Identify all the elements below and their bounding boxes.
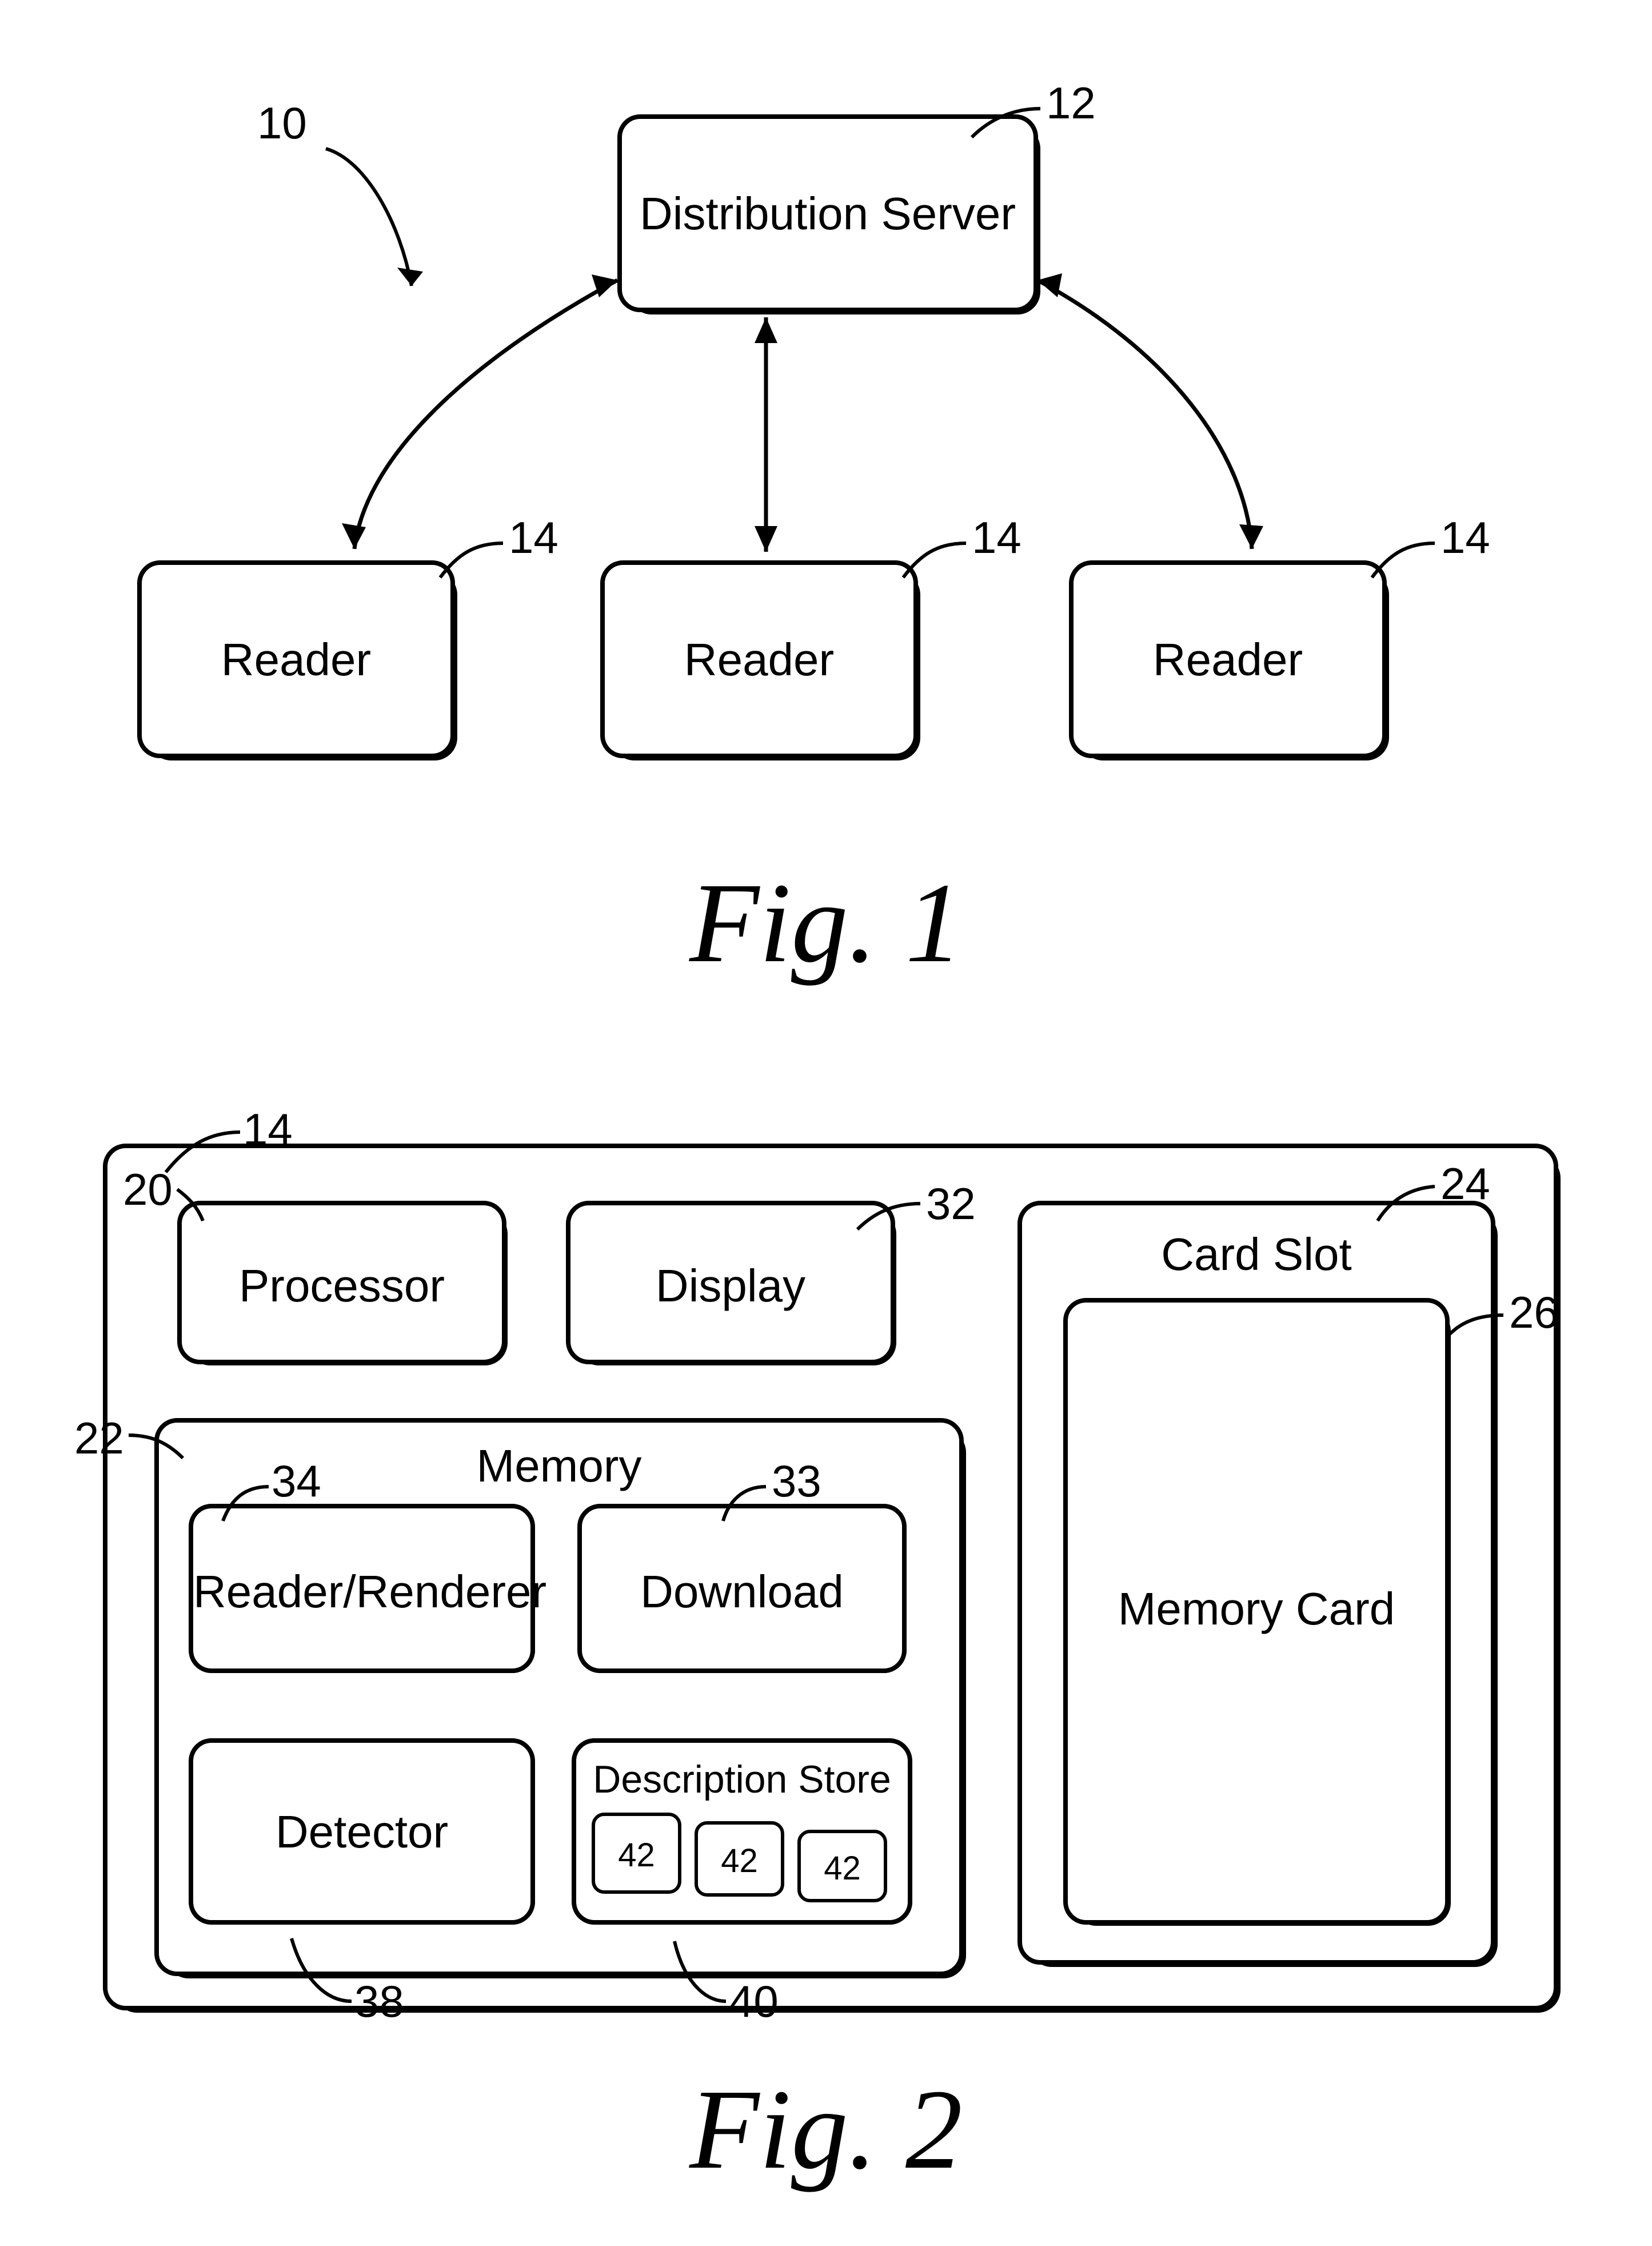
desc-item-0: 42	[592, 1813, 675, 1887]
desc-item-2-label: 42	[801, 1849, 884, 1887]
desc-item-0-label: 42	[595, 1836, 678, 1874]
desc-item-1-label: 42	[698, 1842, 781, 1880]
fig2-caption: Fig. 2	[0, 2064, 1652, 2195]
desc-item-1: 42	[695, 1821, 777, 1890]
leader-line-description-store	[0, 0, 1652, 2116]
desc-item-2: 42	[797, 1830, 880, 1895]
